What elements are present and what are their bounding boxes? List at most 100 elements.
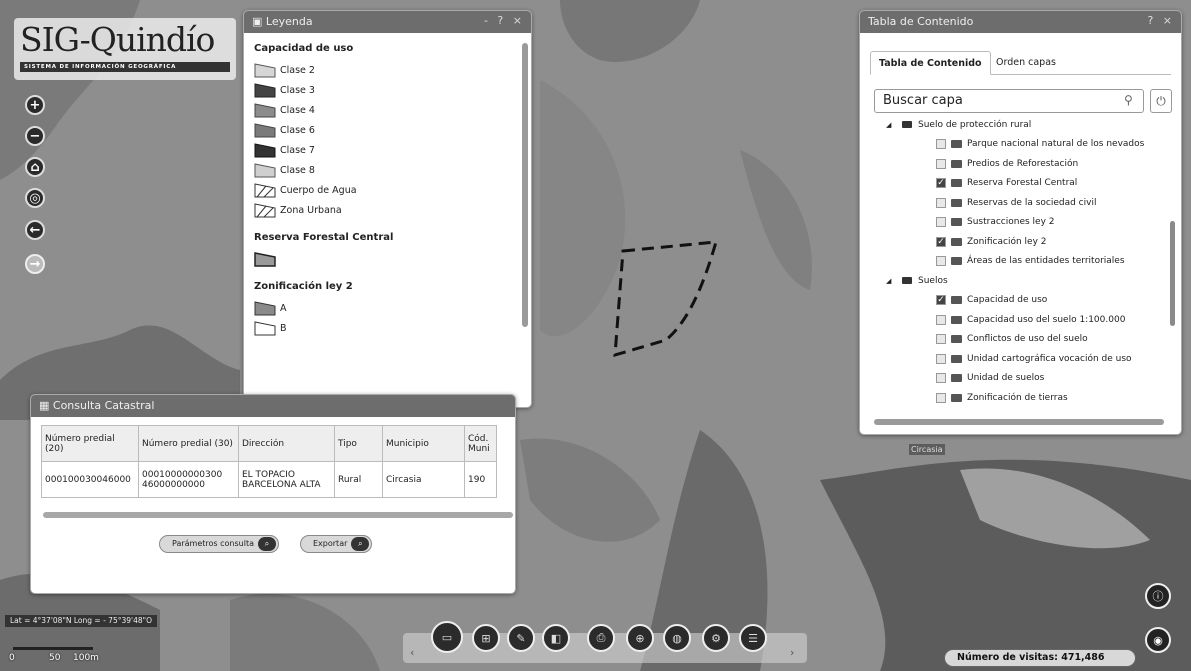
tool-list-button[interactable]: ☰ [739,624,767,652]
window-controls[interactable]: - ? × [484,14,525,27]
tool-print-button[interactable]: ⎙ [587,624,615,652]
catastral-titlebar[interactable]: ▦ Consulta Catastral [31,395,515,417]
caret-down-icon[interactable]: ◢ [886,277,896,285]
legend-item-label: B [280,322,287,334]
scale-label: 0 [9,653,15,663]
column-header[interactable]: Número predial (30) [138,425,239,462]
logo-title: SIG-Quindío [20,20,215,59]
chevron-left-icon[interactable]: ‹ [410,646,414,659]
legend-body: Capacidad de uso Clase 2 Clase 3 Clase 4… [244,33,519,407]
tool-layers-button[interactable]: ◧ [542,624,570,652]
power-icon[interactable]: ⏻ [1150,89,1172,113]
legend-title: Leyenda [265,15,313,28]
legend-section-title: Zonificación ley 2 [254,281,353,292]
toc-vertical-scrollbar[interactable] [1170,221,1175,326]
folder-icon [902,121,912,129]
layer-checkbox[interactable] [936,334,946,345]
tree-layer: Unidad cartográfica vocación de uso [874,349,1164,369]
layer-checkbox[interactable] [936,373,946,384]
layer-label: Zonificación de tierras [967,392,1068,403]
chevron-right-icon[interactable]: › [790,646,794,659]
legend-item-label: Zona Urbana [280,204,342,216]
visits-value: 471,486 [1061,652,1105,663]
table-header-row: Número predial (20) Número predial (30) … [41,425,497,462]
layer-icon [951,218,962,227]
next-extent-button[interactable]: → [25,254,45,274]
table-cell: 000100030046000 [41,461,139,498]
layer-label: Predios de Reforestación [967,158,1079,169]
button-label: Parámetros consulta [172,539,254,548]
home-button[interactable]: ⌂ [25,157,45,177]
table-cell: 190 [464,461,497,498]
window-controls[interactable]: ? × [1147,14,1175,27]
previous-extent-button[interactable]: ← [25,220,45,240]
column-header[interactable]: Municipio [382,425,465,462]
column-header[interactable]: Dirección [238,425,335,462]
layer-checkbox[interactable] [936,217,946,228]
legend-item-label: Clase 3 [280,84,315,96]
column-header[interactable]: Tipo [334,425,383,462]
info-icon: ⓘ [1152,590,1164,603]
column-header[interactable]: Número predial (20) [41,425,139,462]
layer-checkbox-checked[interactable]: ✓ [936,178,946,189]
layer-icon [951,237,962,246]
layer-checkbox[interactable] [936,256,946,267]
toc-tabs: Tabla de Contenido Orden capas [870,51,1171,75]
print-icon: ⎙ [596,631,606,644]
layers-icon: ◧ [550,631,562,645]
table-row[interactable]: 000100030046000 00010000000300 460000000… [41,461,497,498]
scale-bar-line [13,647,93,650]
layer-checkbox[interactable] [936,158,946,169]
tree-group[interactable]: ◢ Suelos [874,271,1164,291]
layer-label: Capacidad uso del suelo 1:100.000 [967,314,1126,325]
layer-checkbox[interactable] [936,392,946,403]
layer-icon [951,140,962,149]
tab-orden-capas[interactable]: Orden capas [988,51,1064,75]
legend-titlebar[interactable]: ▣ Leyenda - ? × [244,11,531,33]
info-button[interactable]: ⓘ [1145,583,1171,609]
search-icon[interactable]: ⚲ [1124,93,1133,107]
zoom-out-button[interactable]: − [25,126,45,146]
caret-down-icon[interactable]: ◢ [886,121,896,129]
tree-group[interactable]: ◢ Suelo de protección rural [874,115,1164,135]
query-parameters-button[interactable]: Parámetros consulta ⌕ [159,535,279,553]
hide-button[interactable]: ◉ [1145,627,1171,653]
export-button[interactable]: Exportar ⌕ [300,535,373,553]
layer-tree: ◢ Suelo de protección rural Parque nacion… [874,115,1164,421]
catastral-horizontal-scrollbar[interactable] [43,512,513,518]
tool-gear-button[interactable]: ⚙ [702,624,730,652]
layer-checkbox[interactable] [936,139,946,150]
tool-measure-button[interactable]: ⊞ [472,624,500,652]
legend-scrollbar[interactable] [522,43,528,327]
column-header[interactable]: Cód. Muni [464,425,497,462]
legend-item-label: Cuerpo de Agua [280,184,357,196]
layer-label: Capacidad de uso [967,295,1048,306]
toc-titlebar[interactable]: Tabla de Contenido ? × [860,11,1181,33]
tool-draw-button[interactable]: ✎ [507,624,535,652]
layer-icon [951,257,962,266]
layer-checkbox[interactable] [936,353,946,364]
layer-label: Unidad de suelos [967,373,1045,384]
legend-item-label: Clase 4 [280,104,315,116]
search-icon: ⌕ [258,537,276,551]
logo-subtitle: SISTEMA DE INFORMACIÓN GEOGRÁFICA [20,62,230,72]
scale-label: 100m [73,653,99,663]
layer-label: Reservas de la sociedad civil [967,197,1097,208]
swatch-icon [254,103,276,118]
tool-globe-button[interactable]: ◍ [663,624,691,652]
tool-identify-button[interactable]: ⊕ [626,624,654,652]
layer-checkbox-checked[interactable]: ✓ [936,295,946,306]
tab-tabla-de-contenido[interactable]: Tabla de Contenido [870,51,991,75]
layer-label: Conflictos de uso del suelo [967,334,1088,345]
layer-checkbox[interactable] [936,314,946,325]
layer-checkbox[interactable] [936,197,946,208]
layer-search-input[interactable]: Buscar capa [874,89,1144,113]
draw-icon: ✎ [516,631,526,645]
layer-icon [951,315,962,324]
arrow-left-icon: ← [29,222,41,238]
locate-button[interactable]: ◎ [25,188,45,208]
toc-horizontal-scrollbar[interactable] [874,419,1164,425]
layer-checkbox-checked[interactable]: ✓ [936,236,946,247]
zoom-in-button[interactable]: + [25,95,45,115]
tool-map-button[interactable]: ▭ [431,621,463,653]
